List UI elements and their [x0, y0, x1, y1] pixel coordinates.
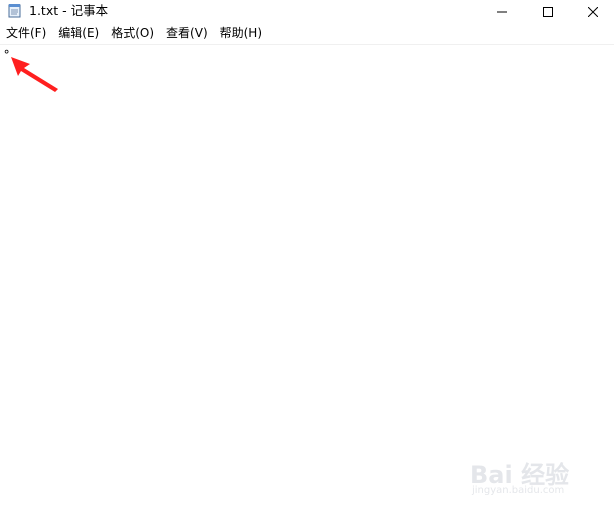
close-icon	[587, 2, 599, 21]
watermark-url: jingyan.baidu.com	[472, 485, 565, 496]
menu-edit[interactable]: 编辑(E)	[52, 23, 105, 44]
menu-bar: 文件(F) 编辑(E) 格式(O) 查看(V) 帮助(H)	[0, 23, 614, 44]
menu-file[interactable]: 文件(F)	[0, 23, 52, 44]
minimize-button[interactable]	[480, 0, 524, 22]
window-title: 1.txt - 记事本	[29, 3, 109, 18]
menu-format[interactable]: 格式(O)	[105, 23, 160, 44]
baidu-watermark: Bai 经验 jingyan.baidu.com	[470, 455, 610, 507]
text-editor[interactable]: °	[0, 44, 614, 512]
red-arrow-annotation	[11, 57, 58, 92]
title-bar[interactable]: 1.txt - 记事本	[0, 0, 614, 22]
close-button[interactable]	[571, 0, 614, 22]
arrow-head	[11, 57, 58, 92]
menu-view[interactable]: 查看(V)	[160, 23, 214, 44]
notepad-icon	[8, 3, 22, 18]
notepad-window: 1.txt - 记事本 文件(F) 编辑(E) 格式(O) 查看(V) 帮助(H…	[0, 0, 614, 512]
menu-help[interactable]: 帮助(H)	[214, 23, 268, 44]
maximize-icon	[543, 2, 553, 21]
maximize-button[interactable]	[526, 0, 570, 22]
minimize-icon	[497, 2, 507, 21]
